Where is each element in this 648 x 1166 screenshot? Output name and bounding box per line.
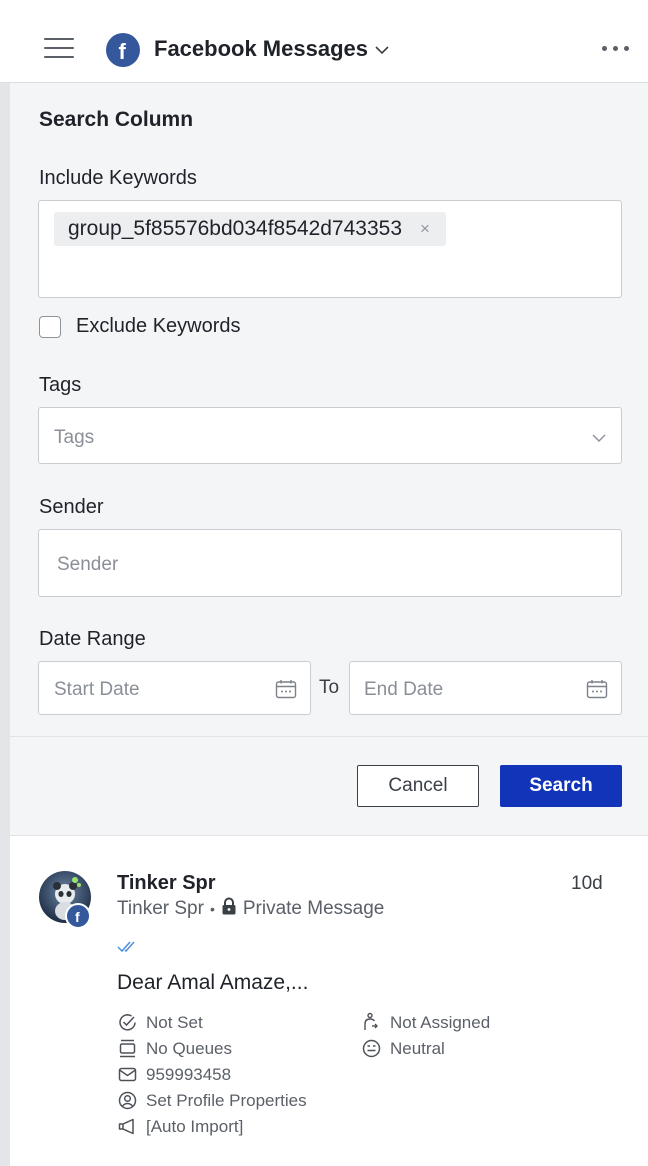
profile-action-text: Set Profile Properties xyxy=(146,1090,307,1110)
facebook-badge-icon: f xyxy=(65,903,91,929)
message-time: 10d xyxy=(571,873,603,894)
svg-text:f: f xyxy=(75,909,80,925)
message-subline: Tinker Spr • Private Message xyxy=(117,897,384,921)
search-panel-title: Search Column xyxy=(39,108,194,131)
sentiment-text: Neutral xyxy=(390,1038,445,1058)
chevron-down-icon[interactable] xyxy=(374,42,390,60)
assign-user-icon xyxy=(361,1012,382,1033)
end-date-placeholder: End Date xyxy=(364,679,444,700)
sender-label: Sender xyxy=(39,496,104,518)
channel-type: Private Message xyxy=(242,898,385,919)
sentiment-item[interactable]: Neutral xyxy=(361,1038,445,1059)
start-date-placeholder: Start Date xyxy=(54,679,140,700)
exclude-keywords-label[interactable]: Exclude Keywords xyxy=(76,315,241,338)
cancel-button[interactable]: Cancel xyxy=(357,765,479,807)
neutral-face-icon xyxy=(361,1038,382,1059)
campaign-text: [Auto Import] xyxy=(146,1116,244,1136)
more-options-icon[interactable] xyxy=(602,46,632,54)
left-edge-strip xyxy=(0,83,10,1166)
queue-item[interactable]: No Queues xyxy=(117,1038,232,1059)
hamburger-menu-icon[interactable] xyxy=(44,38,74,60)
account-id-text: 959993458 xyxy=(146,1064,232,1084)
tags-select[interactable] xyxy=(38,407,622,464)
bullet-separator: • xyxy=(209,901,215,917)
double-check-icon xyxy=(117,938,141,959)
calendar-icon[interactable] xyxy=(275,679,297,699)
queue-icon xyxy=(117,1038,138,1059)
megaphone-icon xyxy=(117,1116,138,1137)
envelope-icon xyxy=(117,1064,138,1085)
lock-icon xyxy=(221,897,237,921)
column-title[interactable]: Facebook Messages xyxy=(154,36,368,62)
tags-placeholder: Tags xyxy=(54,427,95,448)
include-keywords-label: Include Keywords xyxy=(39,167,197,189)
tags-label: Tags xyxy=(39,374,82,396)
facebook-icon: f xyxy=(106,33,140,67)
panel-divider xyxy=(10,736,648,737)
sender-placeholder: Sender xyxy=(57,554,119,575)
sender-name[interactable]: Tinker Spr xyxy=(117,872,216,895)
queue-text: No Queues xyxy=(146,1038,232,1058)
sub-sender: Tinker Spr xyxy=(117,898,204,919)
assignment-text: Not Assigned xyxy=(390,1012,491,1032)
account-item: 959993458 xyxy=(117,1064,231,1085)
exclude-keywords-checkbox[interactable] xyxy=(39,316,61,338)
keyword-chip: group_5f85576bd034f8542d743353 × xyxy=(54,212,446,246)
tags-chevron-down-icon[interactable] xyxy=(592,430,606,448)
profile-item[interactable]: Set Profile Properties xyxy=(117,1090,307,1111)
user-circle-icon xyxy=(117,1090,138,1111)
check-circle-icon xyxy=(117,1012,138,1033)
status-text: Not Set xyxy=(146,1012,203,1032)
date-to-separator: To xyxy=(319,677,340,698)
sender-input[interactable] xyxy=(38,529,622,597)
remove-chip-icon[interactable]: × xyxy=(420,219,430,239)
status-item[interactable]: Not Set xyxy=(117,1012,203,1033)
assignment-item[interactable]: Not Assigned xyxy=(361,1012,490,1033)
svg-text:f: f xyxy=(119,39,127,64)
date-range-label: Date Range xyxy=(39,628,146,650)
keyword-chip-text: group_5f85576bd034f8542d743353 xyxy=(68,217,403,240)
calendar-icon[interactable] xyxy=(586,679,608,699)
campaign-item[interactable]: [Auto Import] xyxy=(117,1116,243,1137)
message-snippet[interactable]: Dear Amal Amaze,... xyxy=(117,971,308,995)
search-button[interactable]: Search xyxy=(500,765,622,807)
